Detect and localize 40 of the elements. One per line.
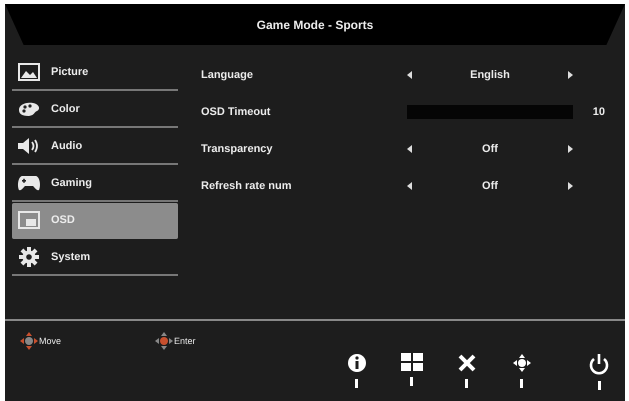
setting-label: Refresh rate num <box>201 180 292 192</box>
palette-icon <box>17 101 41 117</box>
right-arrow-icon[interactable] <box>568 182 573 190</box>
left-arrow-icon[interactable] <box>407 182 412 190</box>
setting-value: Off <box>482 180 498 192</box>
setting-value: English <box>470 68 510 80</box>
key-marker <box>465 379 468 388</box>
key-marker <box>410 377 413 386</box>
picture-icon <box>18 63 40 81</box>
sidebar-item[interactable]: Audio <box>12 129 178 165</box>
sidebar-item[interactable]: Picture <box>12 55 178 91</box>
info-icon[interactable] <box>346 353 366 373</box>
slider-track[interactable] <box>407 104 573 118</box>
power-icon[interactable] <box>589 353 609 375</box>
key-marker <box>598 381 601 390</box>
setting-value: Off <box>482 142 498 154</box>
right-arrow-icon[interactable] <box>568 70 573 78</box>
window-icon <box>18 211 40 229</box>
left-arrow-icon[interactable] <box>407 70 412 78</box>
setting-label: OSD Timeout <box>201 106 270 118</box>
mode-title: Game Mode - Sports <box>256 18 374 32</box>
direction-pad-icon <box>19 331 39 351</box>
hint-label: Enter <box>174 336 196 346</box>
slider-reading: 10 <box>592 106 606 118</box>
close-icon[interactable] <box>456 353 476 373</box>
key-marker <box>355 379 358 388</box>
direction-pad-icon <box>154 331 174 351</box>
key-marker <box>520 379 523 388</box>
left-arrow-icon[interactable] <box>407 144 412 152</box>
speaker-icon <box>17 137 41 155</box>
gamepad-icon <box>17 174 41 192</box>
direction-pad-icon <box>512 353 532 373</box>
settings-icon <box>19 247 39 267</box>
hint-label: Move <box>39 336 62 346</box>
grid-icon[interactable] <box>400 353 422 371</box>
setting-label: Language <box>201 68 253 80</box>
sidebar-item[interactable]: Color <box>12 92 178 128</box>
setting-label: Transparency <box>201 142 273 154</box>
right-arrow-icon[interactable] <box>568 144 573 152</box>
sidebar-item[interactable]: System <box>12 240 178 276</box>
